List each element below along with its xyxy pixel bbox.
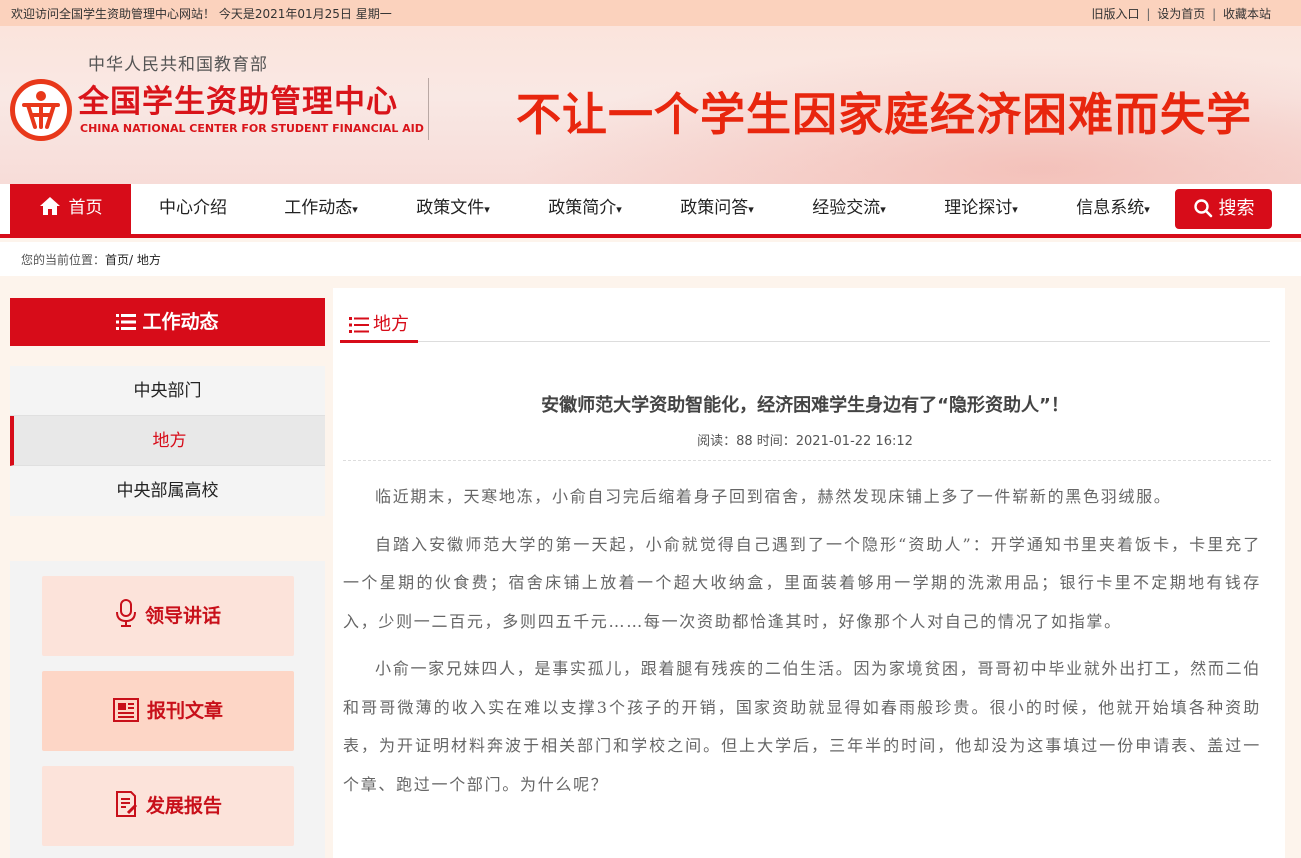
article-panel: 地方 安徽师范大学资助智能化，经济困难学生身边有了“隐形资助人”！ 阅读：88 … [333, 288, 1285, 858]
quick-link-label: 发展报告 [145, 795, 222, 817]
press-articles-button[interactable]: 报刊文章 [42, 671, 294, 751]
nav-info-system[interactable]: 信息系统▾ [1068, 184, 1158, 234]
nav-label: 工作动态 [284, 198, 353, 218]
sidebar-title: 工作动态 [10, 298, 325, 346]
nav-experience[interactable]: 经验交流▾ [804, 184, 894, 234]
right-margin [1285, 288, 1301, 858]
header-divider [428, 78, 429, 140]
chevron-down-icon: ▾ [484, 203, 490, 216]
home-icon [39, 197, 60, 215]
meta-divider [343, 460, 1271, 461]
chevron-down-icon: ▾ [748, 203, 754, 216]
nav-label: 政策文件 [416, 198, 485, 218]
article-paragraph: 自踏入安徽师范大学的第一天起，小俞就觉得自己遇到了一个隐形“资助人”：开学通知书… [343, 534, 1261, 631]
tab-label: 地方 [373, 314, 409, 335]
chevron-down-icon: ▾ [616, 203, 622, 216]
article-title: 安徽师范大学资助智能化，经济困难学生身边有了“隐形资助人”！ [541, 395, 1069, 416]
chevron-down-icon: ▾ [352, 203, 358, 216]
chevron-down-icon: ▾ [880, 203, 886, 216]
breadcrumb: 您的当前位置：首页/ 地方 [0, 242, 1301, 276]
sidebar-item-local[interactable]: 地方 [10, 416, 325, 466]
article-body: 临近期末，天寒地冻，小俞自习完后缩着身子回到宿舍，赫然发现床铺上多了一件崭新的黑… [343, 478, 1261, 813]
center-english-name: CHINA NATIONAL CENTER FOR STUDENT FINANC… [80, 122, 424, 135]
chevron-down-icon: ▾ [1012, 203, 1018, 216]
tab-local[interactable]: 地方 [340, 312, 418, 343]
separator: | [1146, 7, 1151, 21]
list-icon [116, 314, 137, 330]
set-homepage-link[interactable]: 设为首页 [1157, 7, 1205, 21]
nav-work-news[interactable]: 工作动态▾ [276, 184, 366, 234]
sidebar-item-central-universities[interactable]: 中央部属高校 [10, 466, 325, 516]
nav-label: 理论探讨 [944, 198, 1013, 218]
header-slogan: 不让一个学生因家庭经济困难而失学 [516, 88, 1253, 141]
nav-home-label: 首页 [68, 198, 103, 218]
nav-label: 信息系统 [1076, 198, 1145, 218]
search-label: 搜索 [1218, 198, 1255, 219]
nav-center-intro[interactable]: 中心介绍 [145, 184, 241, 234]
quick-links-panel: 领导讲话 报刊文章 发展报告 [10, 561, 325, 858]
nav-policy-docs[interactable]: 政策文件▾ [408, 184, 498, 234]
article-meta: 阅读：88 时间：2021-01-22 16:12 [697, 434, 913, 449]
quick-link-label: 报刊文章 [146, 700, 223, 722]
sidebar-submenu: 中央部门 地方 中央部属高校 [10, 366, 325, 516]
nav-label: 政策问答 [680, 198, 749, 218]
bookmark-link[interactable]: 收藏本站 [1223, 7, 1271, 21]
report-icon [115, 791, 138, 817]
search-button[interactable]: 搜索 [1175, 189, 1272, 229]
quick-link-label: 领导讲话 [144, 605, 221, 627]
nav-label: 中心介绍 [159, 198, 227, 218]
sidebar-item-central-departments[interactable]: 中央部门 [10, 366, 325, 416]
chevron-down-icon: ▾ [1144, 203, 1150, 216]
welcome-text: 欢迎访问全国学生资助管理中心网站！ 今天是2021年01月25日 星期一 [11, 7, 392, 21]
top-links: 旧版入口 | 设为首页 | 收藏本站 [1092, 5, 1271, 22]
ministry-name: 中华人民共和国教育部 [88, 55, 268, 75]
nav-policy-qa[interactable]: 政策问答▾ [672, 184, 762, 234]
separator: | [1212, 7, 1217, 21]
search-icon [1193, 199, 1212, 218]
microphone-icon [115, 599, 136, 627]
nav-label: 政策简介 [548, 198, 617, 218]
old-version-link[interactable]: 旧版入口 [1092, 7, 1140, 21]
list-icon [349, 317, 369, 333]
leader-speech-button[interactable]: 领导讲话 [42, 576, 294, 656]
nav-policy-brief[interactable]: 政策简介▾ [540, 184, 630, 234]
breadcrumb-current: 地方 [136, 253, 161, 267]
nav-home[interactable]: 首页 [10, 184, 131, 234]
breadcrumb-prefix: 您的当前位置： [21, 253, 106, 267]
nav-theory[interactable]: 理论探讨▾ [936, 184, 1026, 234]
sidebar-title-label: 工作动态 [142, 311, 219, 333]
nav-label: 经验交流 [812, 198, 881, 218]
tab-divider [340, 341, 1270, 342]
main-navigation: 首页 中心介绍 工作动态▾ 政策文件▾ 政策简介▾ 政策问答▾ 经验交流▾ 理论… [0, 184, 1301, 238]
center-name[interactable]: 全国学生资助管理中心 [78, 76, 398, 121]
site-header: 中华人民共和国教育部 全国学生资助管理中心 CHINA NATIONAL CEN… [0, 26, 1301, 184]
top-bar: 欢迎访问全国学生资助管理中心网站！ 今天是2021年01月25日 星期一 旧版入… [0, 0, 1301, 26]
article-paragraph: 小俞一家兄妹四人，是事实孤儿，跟着腿有残疾的二伯生活。因为家境贫困，哥哥初中毕业… [343, 659, 1261, 794]
newspaper-icon [112, 698, 139, 722]
logo-emblem-icon[interactable] [10, 79, 72, 141]
development-report-button[interactable]: 发展报告 [42, 766, 294, 846]
article-paragraph: 临近期末，天寒地冻，小俞自习完后缩着身子回到宿舍，赫然发现床铺上多了一件崭新的黑… [375, 487, 1172, 506]
breadcrumb-home[interactable]: 首页/ [105, 253, 133, 267]
